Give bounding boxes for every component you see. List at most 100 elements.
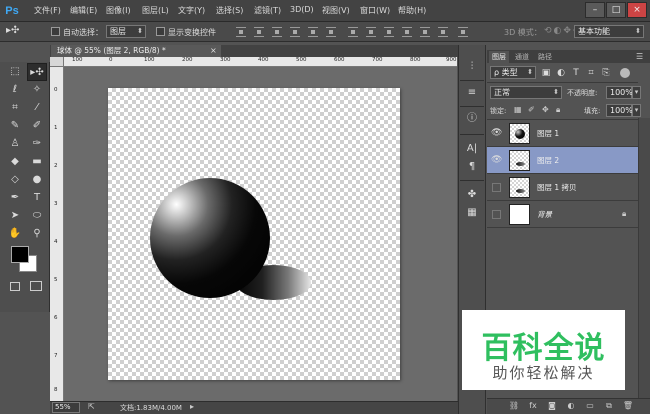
blend-mode-dropdown[interactable]: 正常 ⬍ — [490, 86, 562, 99]
distribute-bottom-icon[interactable] — [384, 27, 394, 37]
zoom-tool-icon[interactable]: ⚲ — [27, 225, 47, 243]
layer-row-layer-1-copy[interactable]: 图层 1 拷贝 — [487, 174, 638, 201]
fx-icon[interactable]: fx — [527, 400, 539, 412]
workspace-dropdown[interactable]: 基本功能 ⬍ — [574, 25, 644, 38]
tab-channels[interactable]: 通道 — [512, 51, 532, 63]
lock-pixels-icon[interactable]: ✐ — [528, 105, 535, 114]
move-tool-icon[interactable]: ▸✣ — [27, 63, 47, 81]
visibility-toggle-empty[interactable] — [492, 183, 501, 192]
align-top-icon[interactable] — [236, 27, 246, 37]
layer-row-layer-2[interactable]: 👁︎ 图层 2 — [487, 147, 638, 174]
close-button[interactable]: × — [627, 2, 647, 18]
filter-shape-icon[interactable]: ⌗ — [585, 67, 597, 79]
lock-position-icon[interactable]: ✥ — [542, 105, 549, 114]
adjustment-icon[interactable]: ◐ — [565, 400, 577, 412]
align-vcenter-icon[interactable] — [254, 27, 264, 37]
layer-filter-dropdown[interactable]: ρ 类型 ⬍ — [490, 66, 536, 79]
tab-paths[interactable]: 路径 — [535, 51, 555, 63]
move-tool-preset-icon[interactable]: ▸✣ — [6, 25, 19, 36]
eraser-tool-icon[interactable]: ◆ — [5, 153, 25, 171]
menu-layer[interactable]: 图层(L) — [142, 5, 169, 16]
close-document-icon[interactable]: × — [210, 46, 220, 56]
ruler-origin[interactable] — [50, 57, 64, 67]
trash-icon[interactable]: 🗑︎ — [622, 400, 634, 412]
visibility-toggle-empty[interactable] — [492, 210, 501, 219]
history-panel-icon[interactable]: ⫶ — [462, 58, 482, 76]
layers-scrollbar[interactable] — [638, 118, 650, 398]
quick-mask-icon[interactable] — [10, 282, 20, 291]
history-brush-tool-icon[interactable]: ✑ — [27, 135, 47, 153]
menu-filter[interactable]: 滤镜(T) — [254, 5, 281, 16]
menu-type[interactable]: 文字(Y) — [178, 5, 205, 16]
quick-select-tool-icon[interactable]: ✧ — [27, 81, 47, 99]
auto-select-checkbox[interactable] — [51, 27, 60, 36]
align-left-icon[interactable] — [290, 27, 300, 37]
type-tool-icon[interactable]: T — [27, 189, 47, 207]
properties-panel-icon[interactable]: ≡ — [462, 84, 482, 102]
lock-all-icon[interactable]: 🔒︎ — [556, 105, 560, 115]
crop-tool-icon[interactable]: ⌗ — [5, 99, 25, 117]
mask-icon[interactable]: ◙ — [546, 400, 558, 412]
lasso-tool-icon[interactable]: ℓ — [5, 81, 25, 99]
dodge-tool-icon[interactable]: ● — [27, 171, 47, 189]
marquee-tool-icon[interactable]: ⬚ — [5, 63, 25, 81]
menu-3d[interactable]: 3D(D) — [290, 5, 314, 14]
link-icon[interactable]: ⛓︎ — [508, 400, 520, 412]
gradient-tool-icon[interactable]: ▬ — [27, 153, 47, 171]
align-hcenter-icon[interactable] — [308, 27, 318, 37]
distribute-top-icon[interactable] — [348, 27, 358, 37]
visibility-eye-icon[interactable]: 👁︎ — [491, 128, 503, 139]
menu-edit[interactable]: 编辑(E) — [70, 5, 97, 16]
fill-slider-arrow-icon[interactable]: ▾ — [632, 104, 641, 117]
path-select-tool-icon[interactable]: ➤ — [5, 207, 25, 225]
hand-tool-icon[interactable]: ✋ — [5, 225, 25, 243]
panel-menu-icon[interactable]: ☰ — [636, 51, 648, 62]
screen-mode-icon[interactable] — [30, 281, 42, 291]
opacity-slider-arrow-icon[interactable]: ▾ — [632, 86, 641, 99]
distribute-hcenter-icon[interactable] — [420, 27, 430, 37]
show-transform-checkbox[interactable] — [156, 27, 165, 36]
status-share-icon[interactable]: ⇱ — [88, 402, 95, 411]
zoom-field[interactable]: 55% — [52, 402, 80, 413]
document-canvas[interactable] — [108, 88, 400, 380]
menu-view[interactable]: 视图(V) — [322, 5, 350, 16]
filter-adjustment-icon[interactable]: ◐ — [555, 67, 567, 79]
filter-smart-object-icon[interactable]: ⎘ — [600, 67, 612, 79]
menu-file[interactable]: 文件(F) — [34, 5, 61, 16]
visibility-eye-icon[interactable]: 👁︎ — [491, 155, 503, 166]
auto-select-dropdown[interactable]: 图层 ⬍ — [106, 25, 146, 38]
distribute-left-icon[interactable] — [402, 27, 412, 37]
filter-pixel-icon[interactable]: ▣ — [540, 67, 552, 79]
filter-toggle-icon[interactable] — [620, 68, 630, 78]
align-bottom-icon[interactable] — [272, 27, 282, 37]
pen-tool-icon[interactable]: ✒ — [5, 189, 25, 207]
character-panel-icon[interactable]: A| — [462, 140, 482, 158]
distribute-right-icon[interactable] — [438, 27, 448, 37]
tab-layers[interactable]: 图层 — [489, 51, 509, 63]
opacity-field[interactable]: 100% — [606, 86, 633, 99]
layer-row-background[interactable]: 背景 🔒︎ — [487, 201, 638, 228]
minimize-button[interactable]: – — [585, 2, 605, 18]
swatches-panel-icon[interactable]: ▦ — [462, 204, 482, 222]
align-right-icon[interactable] — [326, 27, 336, 37]
menu-select[interactable]: 选择(S) — [216, 5, 243, 16]
clone-stamp-tool-icon[interactable]: ♙ — [5, 135, 25, 153]
status-menu-arrow-icon[interactable]: ▸ — [190, 402, 194, 411]
maximize-button[interactable]: □ — [606, 2, 626, 18]
lock-transparency-icon[interactable]: ▦ — [514, 105, 522, 114]
group-icon[interactable]: ▭ — [584, 400, 596, 412]
eyedropper-tool-icon[interactable]: ⁄ — [27, 99, 47, 117]
new-layer-icon[interactable]: ⧉ — [603, 400, 615, 412]
fill-field[interactable]: 100% — [606, 104, 633, 117]
layer-row-layer-1[interactable]: 👁︎ 图层 1 — [487, 120, 638, 147]
styles-panel-icon[interactable]: ✤ — [462, 186, 482, 204]
ellipse-tool-icon[interactable]: ⬭ — [27, 207, 47, 225]
distribute-vcenter-icon[interactable] — [366, 27, 376, 37]
menu-image[interactable]: 图像(I) — [106, 5, 131, 16]
healing-brush-tool-icon[interactable]: ✎ — [5, 117, 25, 135]
paragraph-panel-icon[interactable]: ¶ — [462, 158, 482, 176]
document-tab[interactable]: 球体 @ 55% (图层 2, RGB/8) * — [51, 45, 221, 57]
brush-tool-icon[interactable]: ✐ — [27, 117, 47, 135]
menu-help[interactable]: 帮助(H) — [398, 5, 426, 16]
menu-window[interactable]: 窗口(W) — [360, 5, 390, 16]
